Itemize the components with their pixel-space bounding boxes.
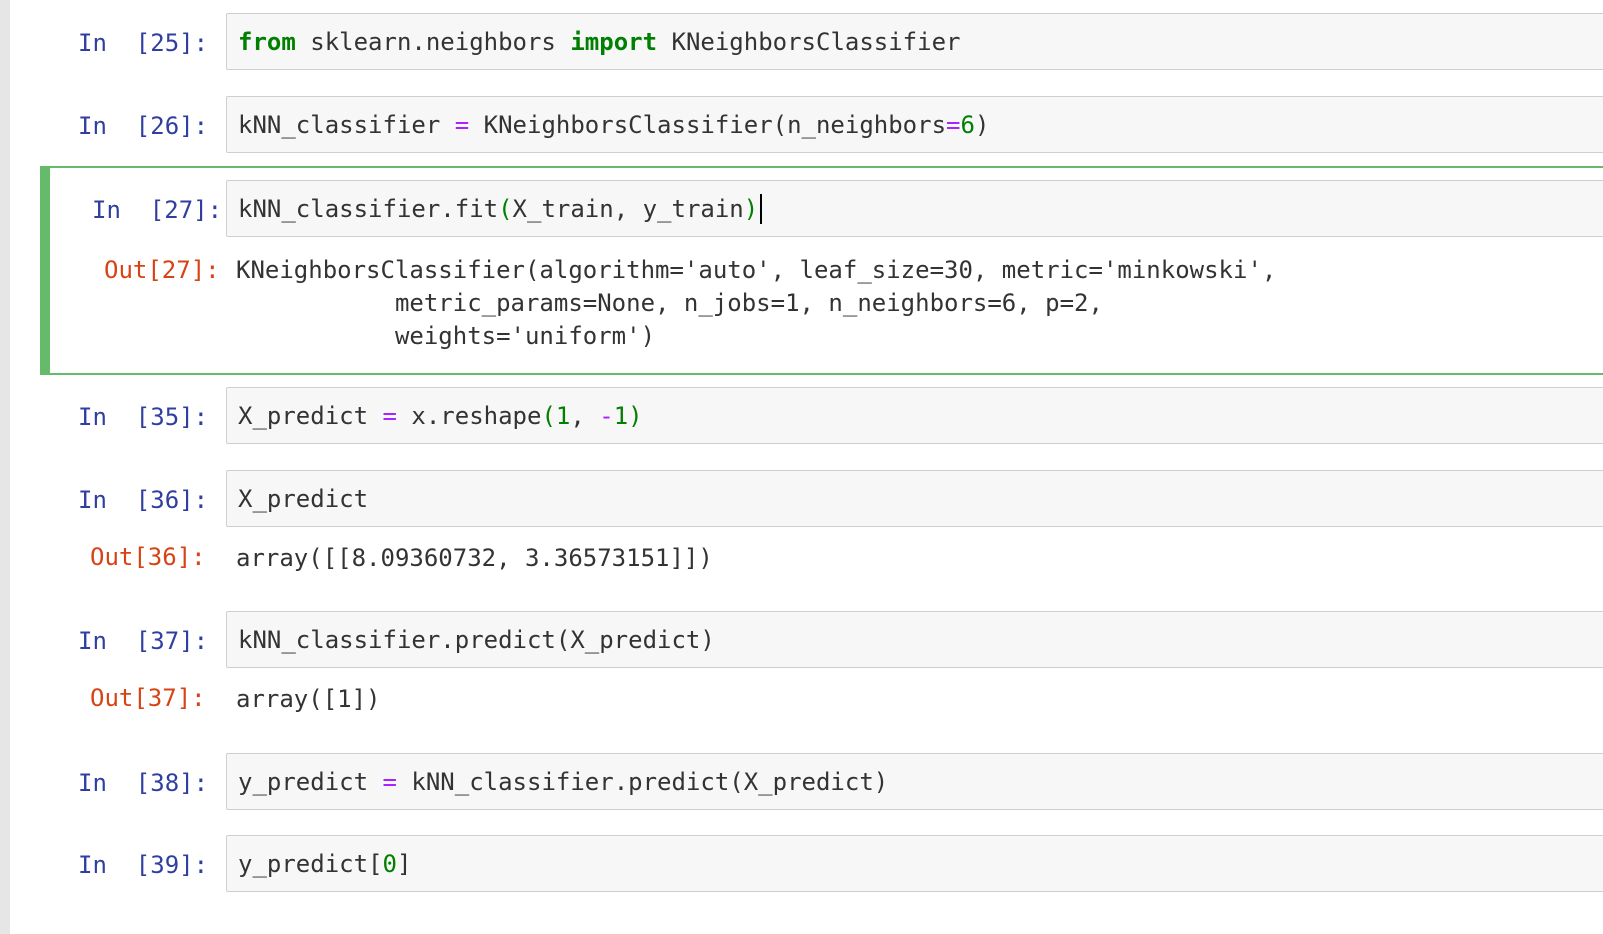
code-token: X_predict <box>238 402 383 430</box>
operator-token: = <box>382 402 397 430</box>
code-input[interactable]: kNN_classifier = KNeighborsClassifier(n_… <box>226 96 1603 153</box>
output-line: KNeighborsClassifier(algorithm='auto', l… <box>236 256 1277 284</box>
code-token: ) <box>974 111 990 139</box>
code-text: X_predict = x.reshape(1, -1) <box>238 401 643 431</box>
code-cell-27-selected[interactable]: In [27]: kNN_classifier.fit(X_train, y_t… <box>40 166 1603 375</box>
code-input[interactable]: from sklearn.neighbors import KNeighbors… <box>226 13 1603 70</box>
paren-token: ( <box>541 402 556 430</box>
code-text: from sklearn.neighbors import KNeighbors… <box>238 27 960 57</box>
code-text: X_predict <box>238 484 368 514</box>
output-text: KNeighborsClassifier(algorithm='auto', l… <box>236 254 1276 353</box>
code-token: [ <box>368 850 383 878</box>
output-prompt: Out[37]: <box>90 684 206 712</box>
code-token: , <box>570 402 600 430</box>
input-prompt: In [39]: <box>78 851 209 879</box>
code-token: y_predict <box>238 850 369 878</box>
code-cell-38[interactable]: In [38]: y_predict = kNN_classifier.pred… <box>40 753 1603 813</box>
code-token: kNN_classifier <box>238 111 455 139</box>
paren-token: ( <box>498 195 513 223</box>
output-line: weights='uniform') <box>236 322 656 350</box>
code-text: y_predict[0] <box>238 849 411 879</box>
input-prompt: In [35]: <box>78 403 209 431</box>
number-token: 6 <box>960 111 975 139</box>
number-token: 0 <box>382 850 397 878</box>
operator-token: = <box>946 111 961 139</box>
left-scrollbar-track[interactable] <box>0 0 10 934</box>
operator-token: = <box>454 111 470 139</box>
paren-token: ) <box>743 195 759 223</box>
operator-token: = <box>382 768 397 796</box>
code-cell-25[interactable]: In [25]: from sklearn.neighbors import K… <box>40 13 1603 73</box>
operator-token: - <box>599 402 614 430</box>
code-input[interactable]: kNN_classifier.fit(X_train, y_train) <box>226 180 1603 237</box>
code-text: kNN_classifier = KNeighborsClassifier(n_… <box>238 110 989 140</box>
code-token: X_predict <box>238 485 369 513</box>
code-cell-35[interactable]: In [35]: X_predict = x.reshape(1, -1) <box>40 387 1603 447</box>
text-cursor <box>760 194 763 224</box>
code-token: x.reshape <box>396 402 542 430</box>
input-prompt: In [37]: <box>78 627 209 655</box>
code-token: X_train, y_train <box>512 195 744 223</box>
code-token: ] <box>396 850 412 878</box>
keyword-token: import <box>570 28 658 56</box>
code-input[interactable]: y_predict[0] <box>226 835 1603 892</box>
code-text: kNN_classifier.predict(X_predict) <box>238 625 715 655</box>
keyword-token: from <box>238 28 296 56</box>
input-prompt: In [25]: <box>78 29 209 57</box>
output-text: array([1]) <box>236 685 381 713</box>
input-prompt: In [36]: <box>78 486 209 514</box>
code-input[interactable]: X_predict = x.reshape(1, -1) <box>226 387 1603 444</box>
code-token: kNN_classifier.predict(X_predict) <box>238 626 715 654</box>
output-prompt: Out[36]: <box>90 543 206 571</box>
code-input[interactable]: y_predict = kNN_classifier.predict(X_pre… <box>226 753 1603 810</box>
code-cell-26[interactable]: In [26]: kNN_classifier = KNeighborsClas… <box>40 96 1603 156</box>
code-token: sklearn.neighbors <box>295 28 571 56</box>
code-token: kNN_classifier.fit <box>238 195 499 223</box>
code-token: KNeighborsClassifier <box>657 28 961 56</box>
output-line: metric_params=None, n_jobs=1, n_neighbor… <box>236 289 1103 317</box>
number-token: 1 <box>555 402 571 430</box>
output-text: array([[8.09360732, 3.36573151]]) <box>236 544 713 572</box>
code-text: kNN_classifier.fit(X_train, y_train) <box>238 194 763 224</box>
code-token: y_predict <box>238 768 383 796</box>
input-prompt: In [26]: <box>78 112 209 140</box>
input-prompt: In [38]: <box>78 769 209 797</box>
code-cell-37[interactable]: In [37]: kNN_classifier.predict(X_predic… <box>40 611 1603 731</box>
paren-token: ) <box>628 402 643 430</box>
code-text: y_predict = kNN_classifier.predict(X_pre… <box>238 767 888 797</box>
code-input[interactable]: X_predict <box>226 470 1603 527</box>
code-cell-39[interactable]: In [39]: y_predict[0] <box>40 835 1603 895</box>
notebook-container: In [25]: from sklearn.neighbors import K… <box>10 0 1603 934</box>
code-input[interactable]: kNN_classifier.predict(X_predict) <box>226 611 1603 668</box>
code-token: kNN_classifier.predict(X_predict) <box>396 768 889 796</box>
code-cell-36[interactable]: In [36]: X_predict Out[36]: array([[8.09… <box>40 470 1603 590</box>
code-token: KNeighborsClassifier(n_neighbors <box>469 111 947 139</box>
number-token: 1 <box>613 402 629 430</box>
